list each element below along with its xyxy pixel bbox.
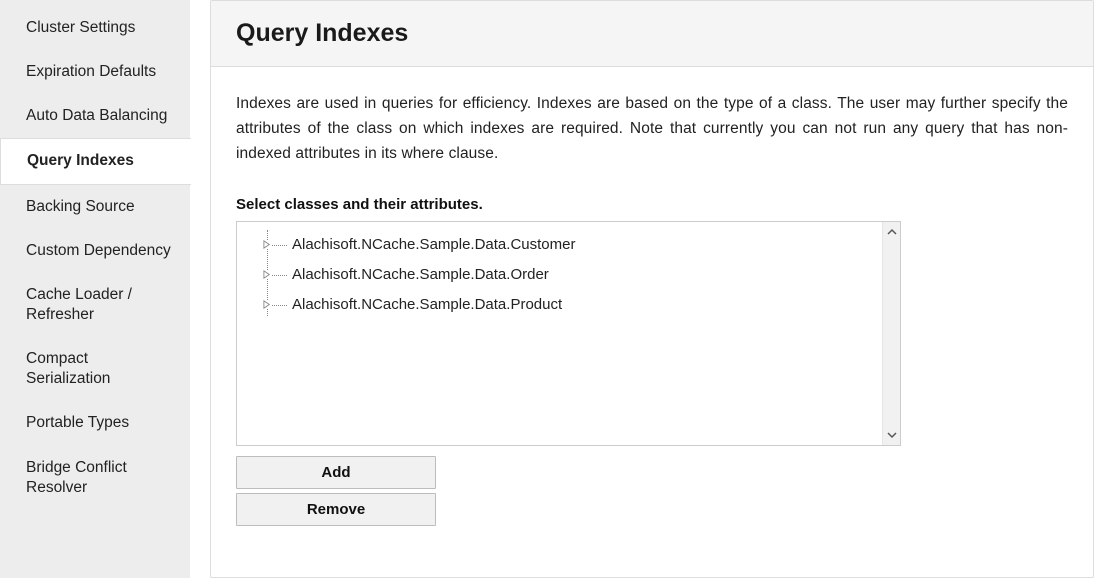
scrollbar[interactable] bbox=[882, 222, 900, 445]
sidebar-item-cluster-settings[interactable]: Cluster Settings bbox=[0, 6, 190, 50]
expand-icon[interactable] bbox=[263, 270, 272, 279]
panel: Query Indexes Indexes are used in querie… bbox=[210, 0, 1094, 578]
tree-node-product[interactable]: Alachisoft.NCache.Sample.Data.Product bbox=[268, 294, 878, 316]
sidebar: Cluster Settings Expiration Defaults Aut… bbox=[0, 0, 190, 578]
sidebar-item-compact-serialization[interactable]: Compact Serialization bbox=[0, 337, 190, 401]
sidebar-item-auto-data-balancing[interactable]: Auto Data Balancing bbox=[0, 94, 190, 138]
app-root: Cluster Settings Expiration Defaults Aut… bbox=[0, 0, 1114, 578]
class-tree[interactable]: Alachisoft.NCache.Sample.Data.Customer A… bbox=[237, 222, 882, 445]
tree-root: Alachisoft.NCache.Sample.Data.Customer A… bbox=[267, 230, 878, 316]
tree-node-label: Alachisoft.NCache.Sample.Data.Customer bbox=[292, 236, 575, 253]
add-button[interactable]: Add bbox=[236, 456, 436, 489]
sidebar-item-cache-loader-refresher[interactable]: Cache Loader / Refresher bbox=[0, 273, 190, 337]
select-classes-label: Select classes and their attributes. bbox=[236, 196, 1068, 213]
sidebar-item-query-indexes[interactable]: Query Indexes bbox=[0, 138, 191, 184]
sidebar-item-backing-source[interactable]: Backing Source bbox=[0, 185, 190, 229]
tree-node-label: Alachisoft.NCache.Sample.Data.Product bbox=[292, 296, 562, 313]
main-content: Query Indexes Indexes are used in querie… bbox=[190, 0, 1114, 578]
class-tree-box: Alachisoft.NCache.Sample.Data.Customer A… bbox=[236, 221, 901, 446]
sidebar-item-custom-dependency[interactable]: Custom Dependency bbox=[0, 229, 190, 273]
remove-button[interactable]: Remove bbox=[236, 493, 436, 526]
select-classes-label-text: Select classes and their attributes bbox=[236, 196, 479, 213]
sidebar-item-expiration-defaults[interactable]: Expiration Defaults bbox=[0, 50, 190, 94]
panel-body: Indexes are used in queries for efficien… bbox=[211, 67, 1093, 577]
sidebar-item-bridge-conflict-resolver[interactable]: Bridge Conflict Resolver bbox=[0, 446, 190, 510]
tree-node-order[interactable]: Alachisoft.NCache.Sample.Data.Order bbox=[268, 264, 878, 286]
scroll-up-icon[interactable] bbox=[884, 224, 900, 240]
sidebar-item-portable-types[interactable]: Portable Types bbox=[0, 401, 190, 445]
select-classes-label-period: . bbox=[479, 196, 483, 213]
panel-header: Query Indexes bbox=[211, 1, 1093, 67]
page-title: Query Indexes bbox=[236, 19, 1068, 48]
tree-node-customer[interactable]: Alachisoft.NCache.Sample.Data.Customer bbox=[268, 234, 878, 256]
expand-icon[interactable] bbox=[263, 300, 272, 309]
tree-node-label: Alachisoft.NCache.Sample.Data.Order bbox=[292, 266, 549, 283]
expand-icon[interactable] bbox=[263, 240, 272, 249]
scroll-down-icon[interactable] bbox=[884, 427, 900, 443]
action-buttons: Add Remove bbox=[236, 456, 436, 526]
description-text: Indexes are used in queries for efficien… bbox=[236, 92, 1068, 166]
